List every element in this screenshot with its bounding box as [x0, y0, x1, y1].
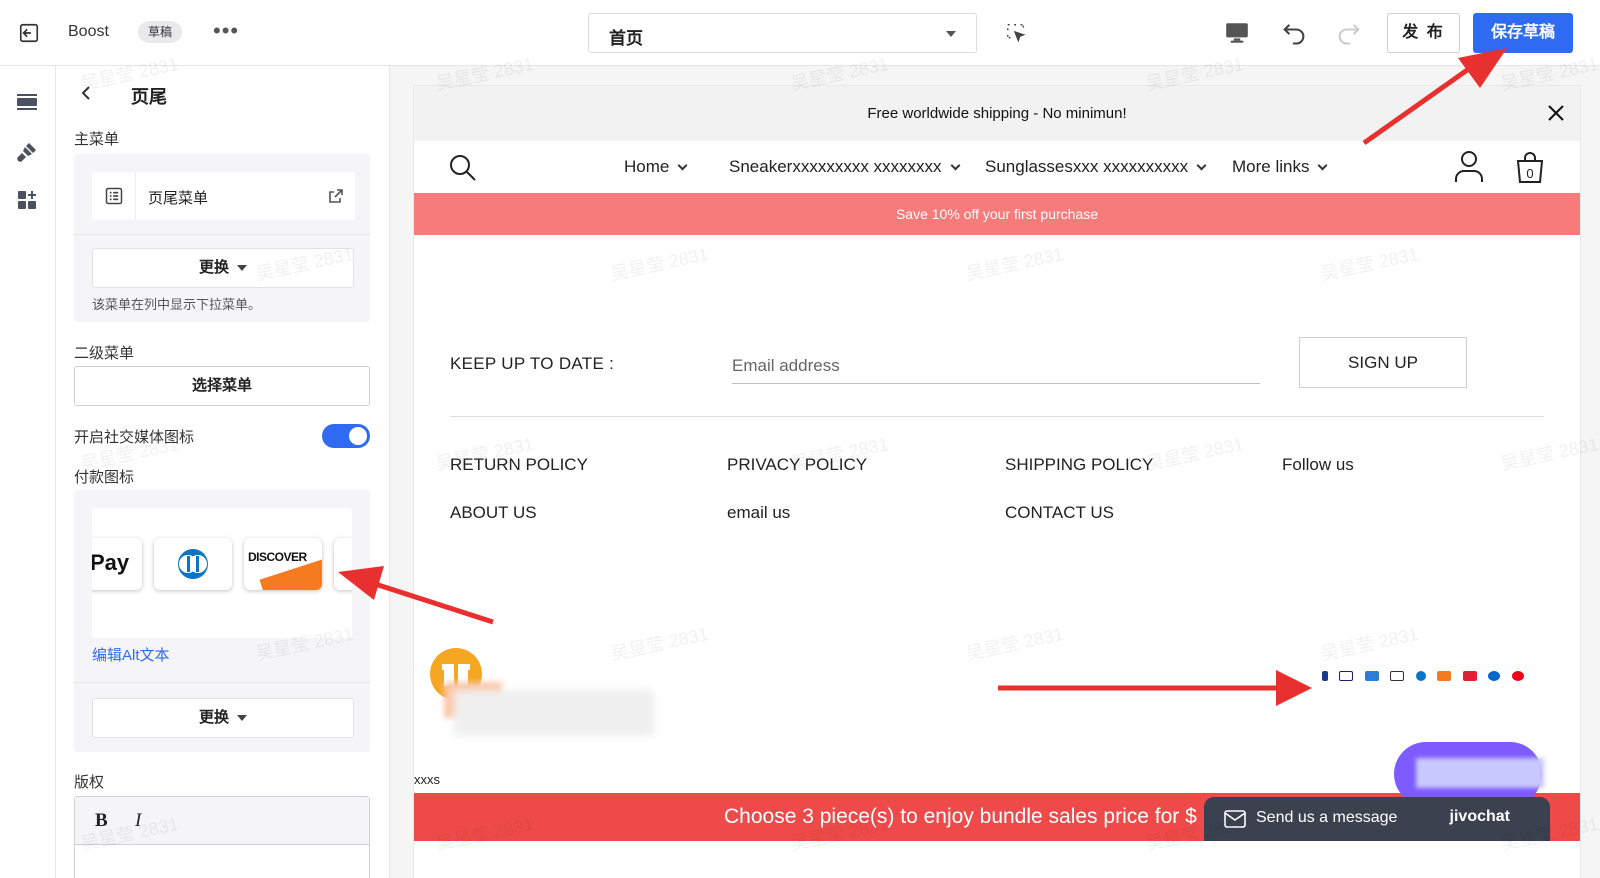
page-selector[interactable]: 首页: [588, 13, 977, 53]
change-payment-icons-button[interactable]: 更换: [92, 698, 354, 738]
footer-payment-icons: [1322, 668, 1531, 681]
chevron-down-icon: [677, 160, 688, 171]
diners-icon: [1415, 671, 1426, 681]
nav-sunglasses[interactable]: Sunglassesxxx xxxxxxxxxx: [985, 157, 1207, 177]
sections-icon[interactable]: [15, 90, 39, 114]
svg-text:0: 0: [1526, 166, 1533, 181]
promo-text: Save 10% off your first purchase: [895, 206, 1099, 222]
amex-icon: [1364, 671, 1379, 681]
footer-divider: [450, 416, 1544, 417]
cart-icon[interactable]: 0: [1514, 150, 1546, 184]
email-field[interactable]: [732, 348, 1260, 384]
blurred-chat-label: [1416, 758, 1544, 788]
jcb-icon: [1462, 671, 1477, 681]
back-chevron-icon[interactable]: [78, 84, 96, 102]
newsletter-label: KEEP UP TO DATE :: [450, 354, 615, 373]
visa-icon: [1339, 671, 1354, 681]
exit-icon[interactable]: [18, 22, 40, 44]
external-link-icon[interactable]: [327, 187, 345, 205]
chevron-down-icon: [1318, 160, 1328, 171]
apple-pay-card: Pay: [92, 538, 142, 590]
account-icon[interactable]: [1454, 149, 1484, 183]
footer-link-shipping-policy[interactable]: SHIPPING POLICY: [1005, 455, 1153, 475]
announcement-bar: Free worldwide shipping - No minimun!: [414, 86, 1580, 141]
nav-more-links[interactable]: More links: [1232, 157, 1328, 177]
choose-menu-button[interactable]: 选择菜单: [74, 366, 370, 406]
publish-button[interactable]: 发 布: [1387, 13, 1460, 53]
apps-add-icon[interactable]: [15, 188, 39, 212]
footer-menu-item[interactable]: 页尾菜单: [92, 172, 355, 220]
app-name: Boost: [68, 23, 109, 40]
footer-link-privacy-policy[interactable]: PRIVACY POLICY: [727, 455, 867, 475]
blurred-text: [454, 690, 654, 736]
store-nav: Home Sneakerxxxxxxxxx xxxxxxxx Sunglasse…: [414, 141, 1580, 193]
payment-icons-label: 付款图标: [74, 469, 135, 486]
rte-toolbar: B I: [75, 797, 369, 845]
payment-icons-preview: Pay DISCOVER: [92, 508, 352, 638]
store-preview: Free worldwide shipping - No minimun! Ho…: [414, 86, 1580, 878]
maestro-icon: [1488, 671, 1501, 681]
settings-panel: 页尾 主菜单 页尾菜单 更换 该菜单在列中显示下拉菜单。 二级菜单 选择菜单 开…: [56, 66, 390, 878]
left-rail: [0, 66, 56, 878]
diners-club-card: [154, 538, 232, 590]
desktop-icon[interactable]: [1224, 20, 1250, 46]
discover-card: DISCOVER: [244, 538, 322, 590]
chat-message-label: Send us a message: [1256, 809, 1398, 826]
edit-alt-text-link[interactable]: 编辑Alt文本: [92, 644, 170, 665]
redo-icon[interactable]: [1335, 19, 1363, 47]
payment-icons-card: Pay DISCOVER 编辑Alt文本 更换: [74, 490, 370, 752]
italic-button[interactable]: I: [135, 810, 141, 832]
nav-sneakers[interactable]: Sneakerxxxxxxxxx xxxxxxxx: [729, 157, 960, 177]
theme-style-brush-icon[interactable]: [15, 140, 39, 164]
draft-badge: 草稿: [138, 21, 183, 43]
main-menu-hint: 该菜单在列中显示下拉菜单。: [92, 297, 262, 312]
bold-button[interactable]: B: [95, 810, 108, 832]
footer-follow-us: Follow us: [1282, 455, 1354, 474]
paypal-icon: [1322, 671, 1328, 681]
social-toggle-label: 开启社交媒体图标: [74, 429, 195, 446]
caret-down-icon: [237, 715, 247, 722]
inspect-select-icon[interactable]: [1005, 22, 1027, 44]
change-menu-button[interactable]: 更换: [92, 248, 354, 288]
change-payment-label: 更换: [198, 709, 229, 726]
submenu-label: 二级菜单: [74, 345, 135, 362]
copyright-label: 版权: [74, 774, 105, 791]
chevron-down-icon: [946, 31, 956, 37]
nav-home[interactable]: Home: [624, 157, 688, 177]
chat-widget-bar[interactable]: Send us a message jivochat: [1204, 797, 1550, 841]
footer-link-email-us[interactable]: email us: [727, 503, 790, 523]
close-icon[interactable]: [1546, 103, 1566, 123]
discover-icon: [1437, 671, 1452, 681]
menu-list-icon: [92, 172, 136, 220]
search-icon[interactable]: [448, 153, 478, 183]
mastercard-icon: [1511, 671, 1524, 681]
chat-brand: jivochat: [1449, 808, 1510, 825]
copyright-editor[interactable]: B I: [74, 796, 370, 878]
footer-link-contact-us[interactable]: CONTACT US: [1005, 503, 1114, 523]
caret-down-icon: [237, 265, 247, 272]
copyright-text: xxxs: [414, 772, 440, 787]
chevron-down-icon: [1196, 160, 1207, 171]
social-icons-toggle[interactable]: [322, 424, 370, 448]
footer-link-about-us[interactable]: ABOUT US: [450, 503, 537, 523]
save-draft-button[interactable]: 保存草稿: [1473, 13, 1573, 53]
undo-icon[interactable]: [1280, 19, 1308, 47]
page-selector-value: 首页: [609, 29, 643, 48]
next-payment-card: [334, 538, 352, 590]
chevron-down-icon: [950, 160, 960, 171]
footer-menu-name: 页尾菜单: [148, 190, 209, 207]
footer-link-return-policy[interactable]: RETURN POLICY: [450, 455, 588, 475]
bundle-sale-text: Choose 3 piece(s) to enjoy bundle sales …: [724, 805, 1197, 828]
panel-title: 页尾: [131, 87, 167, 107]
promo-bar: Save 10% off your first purchase: [414, 193, 1580, 235]
mail-icon: [1224, 810, 1246, 828]
main-menu-label: 主菜单: [74, 131, 120, 148]
top-toolbar: Boost 草稿 ••• 首页 发 布 保存草稿: [0, 0, 1600, 66]
sign-up-button[interactable]: SIGN UP: [1299, 337, 1467, 388]
more-options-button[interactable]: •••: [213, 18, 239, 44]
change-menu-label: 更换: [198, 259, 229, 276]
announcement-text: Free worldwide shipping - No minimun!: [867, 105, 1127, 122]
main-menu-card: 页尾菜单 更换 该菜单在列中显示下拉菜单。: [74, 154, 370, 322]
apple-pay-icon: [1390, 671, 1405, 681]
